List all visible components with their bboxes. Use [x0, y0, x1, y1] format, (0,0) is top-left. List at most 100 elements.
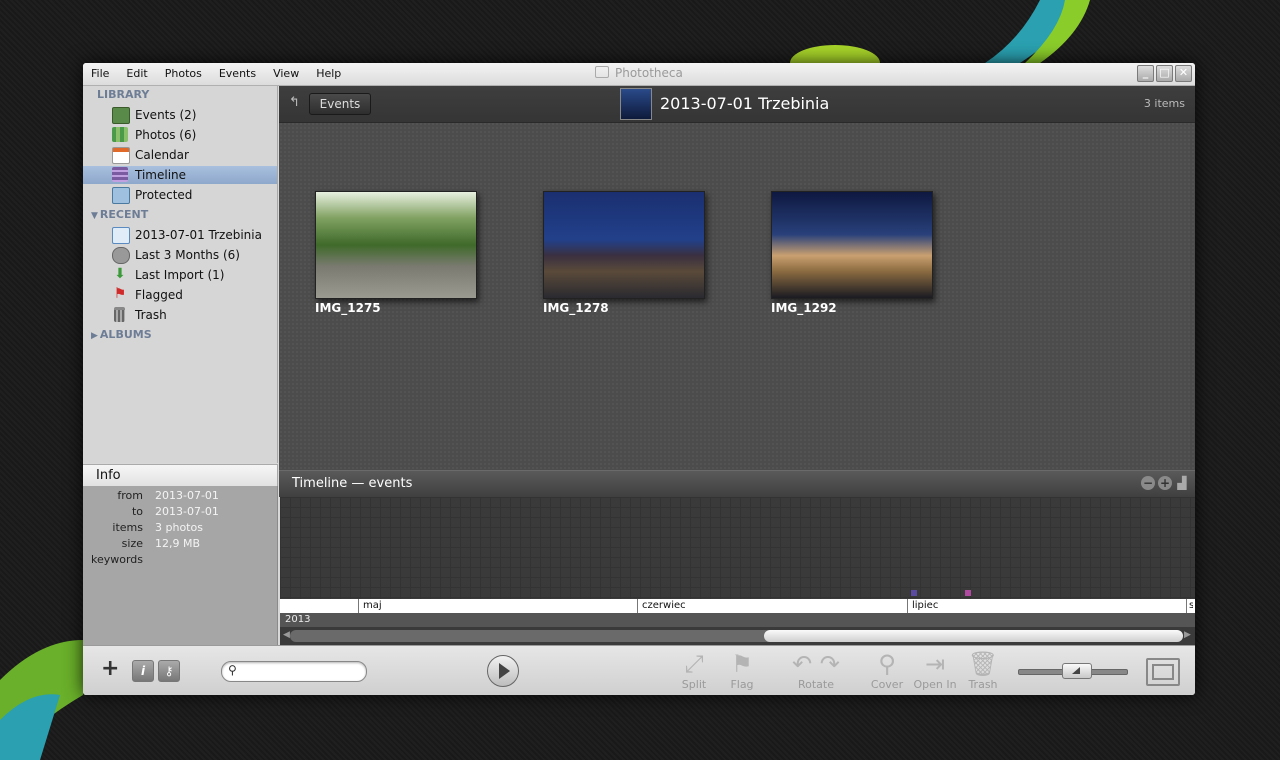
- close-icon[interactable]: ✕: [1175, 65, 1192, 82]
- back-to-events-button[interactable]: Events: [309, 93, 371, 115]
- sidebar-item-label: Trash: [135, 308, 167, 322]
- split-button[interactable]: ⤢ Split: [674, 650, 714, 691]
- flag-button[interactable]: ⚑ Flag: [722, 650, 762, 691]
- scroll-thumb[interactable]: [764, 630, 1183, 642]
- fullscreen-icon[interactable]: [1146, 658, 1180, 686]
- action-label: Flag: [730, 678, 754, 691]
- expanded-triangle-icon: ▼: [91, 211, 98, 221]
- menu-file[interactable]: File: [91, 67, 109, 80]
- info-toggle-button[interactable]: i: [132, 660, 154, 682]
- trash-icon: [114, 307, 125, 322]
- adjust-toggle-button[interactable]: ⚷: [158, 660, 180, 682]
- event-cover-thumbnail: [620, 88, 652, 120]
- window-controls: _ □ ✕: [1137, 65, 1192, 82]
- sidebar-item-trash[interactable]: Trash: [83, 306, 277, 324]
- sidebar-item-timeline[interactable]: Timeline: [83, 166, 277, 184]
- maximize-icon[interactable]: □: [1156, 65, 1173, 82]
- sidebar-item-calendar[interactable]: Calendar: [83, 146, 277, 164]
- sidebar-item-last-3-months[interactable]: Last 3 Months (6): [83, 246, 277, 264]
- add-icon[interactable]: +: [101, 658, 119, 680]
- item-count: 3 items: [1143, 97, 1185, 110]
- sidebar-item-label: Timeline: [135, 168, 187, 182]
- bottom-toolbar: + i ⚷ ⚲ ⤢ Split ⚑ Flag ↶ ↷ Rotate ⚲ Cove…: [83, 645, 1195, 695]
- trash-button[interactable]: 🗑 Trash: [963, 650, 1003, 691]
- sidebar: LIBRARY Events (2) Photos (6) Calendar T…: [83, 86, 278, 463]
- photos-icon: [112, 127, 128, 142]
- photo-thumbnail[interactable]: [543, 191, 705, 299]
- year-label: 2013: [285, 614, 311, 625]
- sidebar-item-label: Last 3 Months (6): [135, 248, 240, 262]
- sidebar-item-photos[interactable]: Photos (6): [83, 126, 277, 144]
- calendar-icon: [112, 147, 130, 164]
- info-key: size: [121, 537, 143, 550]
- month-label: s: [1186, 599, 1193, 613]
- sidebar-item-label: 2013-07-01 Trzebinia: [135, 228, 262, 242]
- info-panel: from 2013-07-01 to 2013-07-01 items 3 photo…: [83, 486, 278, 645]
- recent-header[interactable]: ▼ RECENT: [91, 208, 148, 221]
- timeline-title: Timeline — events: [292, 476, 413, 491]
- rotate-button[interactable]: ↶ ↷ Rotate: [783, 650, 849, 691]
- protected-icon: [112, 187, 130, 204]
- menu-photos[interactable]: Photos: [165, 67, 202, 80]
- info-key: from: [117, 489, 143, 502]
- scroll-track[interactable]: [290, 630, 1183, 642]
- timeline-scrollbar[interactable]: ◀ ▶: [280, 627, 1195, 645]
- rotate-icon: ↶ ↷: [792, 650, 840, 678]
- back-arrow-icon[interactable]: ↰: [289, 95, 300, 110]
- open-in-icon: ⇥: [924, 650, 946, 678]
- cover-button[interactable]: ⚲ Cover: [867, 650, 907, 691]
- timeline-event-marker[interactable]: [965, 590, 971, 596]
- split-icon: ⤢: [684, 650, 704, 678]
- action-label: Open In: [913, 678, 957, 691]
- scroll-right-icon[interactable]: ▶: [1184, 630, 1191, 640]
- zoom-out-icon[interactable]: −: [1141, 476, 1155, 490]
- timeline-event-marker[interactable]: [911, 590, 917, 596]
- menu-help[interactable]: Help: [316, 67, 341, 80]
- flag-icon: ⚑: [113, 286, 127, 302]
- albums-header-label: ALBUMS: [99, 328, 152, 341]
- zoom-slider-knob[interactable]: [1062, 663, 1092, 679]
- menu-events[interactable]: Events: [219, 67, 256, 80]
- month-label: czerwiec: [637, 599, 907, 613]
- photo-thumbnail[interactable]: [771, 191, 933, 299]
- sidebar-item-label: Last Import (1): [135, 268, 225, 282]
- timeline-grid[interactable]: [280, 497, 1195, 599]
- action-label: Trash: [968, 678, 998, 691]
- search-input[interactable]: [244, 663, 364, 680]
- histogram-icon[interactable]: ▟: [1175, 476, 1189, 490]
- event-edit-icon: [112, 227, 130, 244]
- menu-edit[interactable]: Edit: [126, 67, 147, 80]
- pin-icon: ⚲: [878, 650, 896, 678]
- sidebar-item-label: Events (2): [135, 108, 197, 122]
- event-title: 2013-07-01 Trzebinia: [660, 94, 830, 113]
- flag-icon: ⚑: [731, 650, 753, 678]
- library-header: LIBRARY: [97, 88, 150, 101]
- info-panel-header: Info: [83, 464, 278, 487]
- info-key: items: [112, 521, 143, 534]
- search-field[interactable]: ⚲: [221, 661, 367, 682]
- info-title: Info: [96, 468, 121, 483]
- sidebar-item-recent-event[interactable]: 2013-07-01 Trzebinia: [83, 226, 277, 244]
- timeline-header: Timeline — events − + ▟: [279, 470, 1195, 497]
- action-label: Rotate: [797, 678, 834, 691]
- sidebar-item-protected[interactable]: Protected: [83, 186, 277, 204]
- minimize-icon[interactable]: _: [1137, 65, 1154, 82]
- menu-view[interactable]: View: [273, 67, 299, 80]
- photo-thumbnail[interactable]: [315, 191, 477, 299]
- open-in-button[interactable]: ⇥ Open In: [909, 650, 961, 691]
- app-icon: [595, 66, 609, 78]
- albums-header[interactable]: ▶ ALBUMS: [91, 328, 152, 341]
- slideshow-play-button[interactable]: [487, 655, 519, 687]
- photo-name: IMG_1275: [315, 301, 381, 315]
- zoom-in-icon[interactable]: +: [1158, 476, 1172, 490]
- info-key: to: [131, 505, 143, 518]
- trash-icon: 🗑: [967, 650, 999, 678]
- scroll-left-icon[interactable]: ◀: [283, 630, 290, 640]
- event-header: ↰ Events 2013-07-01 Trzebinia 3 items: [279, 86, 1195, 123]
- info-key: keywords: [90, 553, 143, 566]
- sidebar-item-events[interactable]: Events (2): [83, 106, 277, 124]
- sidebar-item-flagged[interactable]: ⚑ Flagged: [83, 286, 277, 304]
- sidebar-item-last-import[interactable]: ⬇ Last Import (1): [83, 266, 277, 284]
- title-bar: File Edit Photos Events View Help Photot…: [83, 63, 1195, 86]
- photo-browser: ↰ Events 2013-07-01 Trzebinia 3 items IM…: [279, 86, 1195, 470]
